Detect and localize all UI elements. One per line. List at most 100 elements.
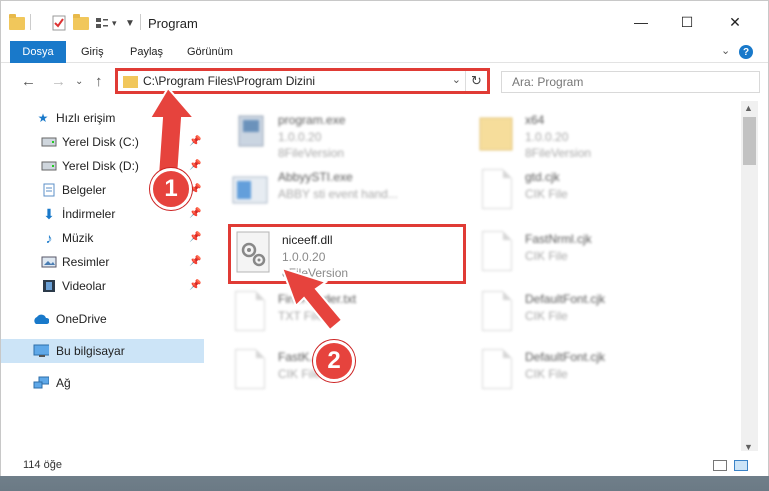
new-folder-icon[interactable] — [73, 13, 89, 32]
sidebar-item-videos[interactable]: Videolar 📌 — [1, 274, 204, 298]
view-options-icon[interactable] — [95, 14, 109, 32]
sidebar-item-label: Hızlı erişim — [56, 111, 116, 125]
drive-icon — [41, 159, 57, 173]
sidebar-item-label: Belgeler — [62, 183, 107, 197]
sidebar-item-quick-access[interactable]: ★ Hızlı erişim — [1, 106, 204, 130]
file-item[interactable]: AbbyySTI.exe ABBY sti event hand... — [229, 163, 469, 215]
chevron-down-icon[interactable]: ⌄ — [721, 44, 730, 57]
folder-icon — [123, 76, 138, 88]
address-path[interactable]: C:\Program Files\Program Dizini — [143, 74, 315, 88]
file-detail: CIK File — [525, 367, 568, 381]
folder-icon — [9, 13, 25, 32]
recent-locations-icon[interactable]: ⌄ — [75, 76, 83, 87]
up-icon[interactable]: ↑ — [95, 73, 103, 90]
network-icon — [33, 376, 49, 390]
exe-icon — [229, 167, 271, 213]
minimize-button[interactable]: — — [629, 11, 653, 33]
file-detail: CIK File — [525, 187, 568, 201]
file-icon — [476, 229, 518, 275]
properties-icon[interactable] — [52, 14, 66, 32]
file-item[interactable]: FineReader.txt TXT File — [229, 285, 469, 337]
download-icon: ⬇ — [43, 205, 55, 222]
file-item[interactable]: FastNrml.cjk CIK File — [476, 225, 716, 277]
folder-icon — [476, 110, 518, 156]
details-view-icon[interactable] — [713, 460, 727, 471]
scroll-up-icon[interactable]: ▲ — [744, 103, 753, 113]
address-bar[interactable]: C:\Program Files\Program Dizini ⌄ ↻ — [115, 68, 490, 94]
file-detail: 8FileVersion — [278, 146, 345, 160]
sidebar-item-label: OneDrive — [56, 312, 107, 326]
file-item[interactable]: x64 1.0.0.20 8FileVersion — [476, 106, 716, 160]
refresh-icon[interactable]: ↻ — [465, 71, 487, 91]
file-name: gtd.cjk — [525, 170, 560, 184]
ribbon-tabs: Dosya Giriş Paylaş Görünüm ⌄ ? — [1, 41, 768, 63]
drive-icon — [41, 135, 57, 149]
search-placeholder: Ara: Program — [512, 75, 584, 89]
exe-icon — [229, 110, 271, 156]
pin-icon[interactable]: 📌 — [189, 232, 201, 243]
search-input[interactable]: Ara: Program — [501, 71, 760, 93]
sidebar-item-label: Yerel Disk (C:) — [62, 135, 139, 149]
file-highlight-box — [228, 224, 466, 284]
divider — [140, 14, 141, 30]
file-detail: 1.0.0.20 — [525, 130, 569, 144]
step-1-badge: 1 — [150, 168, 192, 210]
tiles-view-icon[interactable] — [734, 460, 748, 471]
file-name: DefaultFont.cjk — [525, 350, 606, 364]
file-item[interactable]: program.exe 1.0.0.20 8FileVersion — [229, 106, 469, 160]
back-icon[interactable]: ← — [21, 73, 36, 90]
pin-icon[interactable]: 📌 — [189, 208, 201, 219]
explorer-window: ▾ ▼ Program — ☐ ✕ Dosya Giriş Paylaş Gör… — [0, 0, 769, 476]
videos-icon — [41, 279, 57, 293]
window-title: Program — [148, 16, 198, 31]
cloud-icon — [33, 312, 49, 326]
scroll-thumb[interactable] — [743, 117, 756, 165]
sidebar-item-label: Bu bilgisayar — [56, 344, 125, 358]
file-item[interactable]: DefaultFont.cjk CIK File — [476, 285, 716, 337]
item-count: 114 öğe — [23, 459, 62, 471]
pin-icon[interactable]: 📌 — [189, 136, 201, 147]
address-row: ← → ⌄ ↑ C:\Program Files\Program Dizini … — [1, 64, 768, 100]
customize-qa-icon[interactable]: ▼ — [125, 14, 135, 32]
maximize-button[interactable]: ☐ — [675, 11, 699, 33]
tab-file[interactable]: Dosya — [10, 41, 66, 63]
sidebar-item-disk-c[interactable]: Yerel Disk (C:) 📌 — [1, 130, 204, 154]
help-icon[interactable]: ? — [739, 45, 753, 59]
file-icon — [476, 347, 518, 393]
file-icon — [476, 289, 518, 335]
forward-icon[interactable]: → — [51, 73, 66, 90]
tab-share[interactable]: Paylaş — [130, 41, 163, 63]
title-bar: ▾ ▼ Program — ☐ ✕ — [1, 1, 768, 41]
tab-home[interactable]: Giriş — [81, 41, 104, 63]
step-2-badge: 2 — [313, 340, 355, 382]
file-item[interactable]: gtd.cjk CIK File — [476, 163, 716, 215]
sidebar-item-music[interactable]: ♪ Müzik 📌 — [1, 226, 204, 250]
chevron-down-icon[interactable]: ⌄ — [452, 73, 461, 86]
computer-icon — [33, 344, 49, 358]
file-icon — [229, 347, 271, 393]
pin-icon[interactable]: 📌 — [189, 280, 201, 291]
pin-icon[interactable]: 📌 — [189, 256, 201, 267]
sidebar-item-network[interactable]: Ağ — [1, 371, 204, 395]
sidebar-item-pictures[interactable]: Resimler 📌 — [1, 250, 204, 274]
sidebar-item-this-pc[interactable]: Bu bilgisayar — [1, 339, 204, 363]
close-button[interactable]: ✕ — [723, 11, 747, 33]
file-name: program.exe — [278, 113, 346, 127]
file-icon — [476, 167, 518, 213]
file-detail: TXT File — [278, 309, 324, 323]
file-name: AbbyySTI.exe — [278, 170, 353, 184]
vertical-scrollbar[interactable]: ▲ ▼ — [741, 101, 758, 456]
tab-view[interactable]: Görünüm — [187, 41, 233, 63]
sidebar-item-label: İndirmeler — [62, 207, 116, 221]
file-item[interactable]: DefaultFont.cjk CIK File — [476, 343, 716, 395]
sidebar-item-label: Müzik — [62, 231, 94, 245]
qa-dropdown-icon[interactable]: ▾ — [112, 14, 117, 32]
text-file-icon — [229, 289, 271, 335]
file-detail: 8FileVersion — [525, 146, 592, 160]
pin-icon[interactable]: 📌 — [189, 160, 201, 171]
file-detail: CIK File — [525, 309, 568, 323]
divider — [30, 14, 31, 30]
sidebar-item-onedrive[interactable]: OneDrive — [1, 307, 204, 331]
music-icon: ♪ — [45, 230, 53, 246]
navigation-pane: ★ Hızlı erişim Yerel Disk (C:) 📌 Yerel D… — [1, 101, 204, 449]
